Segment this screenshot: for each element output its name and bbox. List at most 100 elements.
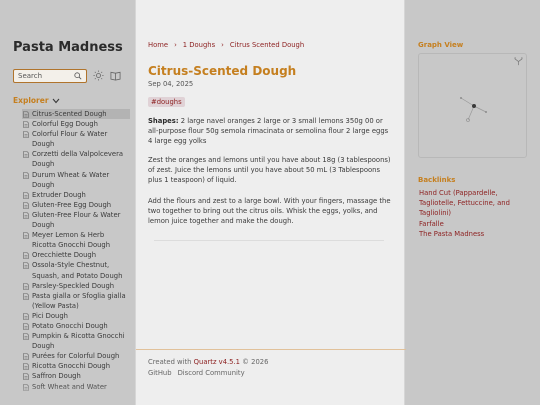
footer-created: Created with	[148, 358, 192, 366]
explorer-item[interactable]: Purées for Colorful Dough	[22, 351, 130, 361]
breadcrumb-separator: ›	[174, 41, 177, 49]
breadcrumb: Home › 1 Doughs › Citrus Scented Dough	[148, 41, 304, 49]
search-icon	[74, 72, 82, 80]
explorer-item[interactable]: Ricotta Gnocchi Dough	[22, 361, 130, 371]
breadcrumb-home[interactable]: Home	[148, 41, 168, 49]
explorer-item[interactable]: Parsley-Speckled Dough	[22, 281, 130, 291]
file-icon	[23, 202, 29, 209]
explorer-item[interactable]: Colorful Egg Dough	[22, 119, 130, 129]
file-icon	[23, 121, 29, 128]
github-link[interactable]: GitHub	[148, 368, 172, 379]
explorer-item-label: Colorful Egg Dough	[32, 120, 98, 129]
expand-graph-icon[interactable]	[514, 57, 523, 66]
backlinks-list: Hand Cut (Pappardelle, Tagliotelle, Fett…	[419, 188, 527, 239]
discord-link[interactable]: Discord Community	[178, 368, 245, 379]
graph-view-title: Graph View	[418, 41, 464, 49]
footer: Created with Quartz v4.5.1 © 2026 GitHub…	[148, 357, 268, 379]
backlink-item[interactable]: The Pasta Madness	[419, 229, 527, 239]
explorer-item-label: Ossola-Style Chestnut, Squash, and Potat…	[32, 261, 123, 280]
file-icon	[23, 232, 29, 239]
shapes-paragraph: Shapes: 2 large navel oranges 2 large or…	[148, 116, 394, 147]
file-icon	[23, 353, 29, 361]
explorer-item[interactable]: Corzetti della Valpolcevera Dough	[22, 149, 130, 169]
explorer-item[interactable]: Colorful Flour & Water Dough	[22, 129, 130, 149]
breadcrumb-current[interactable]: Citrus Scented Dough	[230, 41, 304, 49]
shapes-text: 2 large navel oranges 2 large or 3 small…	[148, 117, 389, 146]
file-icon	[23, 151, 29, 159]
explorer-item-label: Potato Gnocchi Dough	[32, 321, 108, 330]
main-content: Home › 1 Doughs › Citrus Scented Dough C…	[135, 0, 406, 405]
page-title: Citrus-Scented Dough	[148, 64, 297, 78]
explorer-toggle[interactable]: Explorer	[13, 96, 60, 105]
backlink-item[interactable]: Hand Cut (Pappardelle, Tagliotelle, Fett…	[419, 188, 527, 219]
explorer-item[interactable]: Meyer Lemon & Herb Ricotta Gnocchi Dough	[22, 230, 130, 250]
explorer-item[interactable]: Gluten-Free Flour & Water Dough	[22, 210, 130, 230]
file-icon	[23, 292, 29, 300]
body-paragraph-1: Zest the oranges and lemons until you ha…	[148, 156, 391, 185]
file-icon	[23, 323, 29, 330]
chevron-down-icon	[52, 98, 59, 103]
file-icon	[23, 252, 29, 260]
explorer-item-label: Gluten-Free Flour & Water Dough	[32, 210, 121, 230]
explorer-item[interactable]: Extruder Dough	[22, 190, 130, 200]
explorer-item-label: Saffron Dough	[32, 372, 81, 381]
explorer-item-label: Pasta gialla or Sfoglia gialla (Yellow P…	[32, 291, 126, 310]
body-paragraph-2: Add the flours and zest to a large bowl.…	[148, 197, 391, 226]
reader-mode-icon[interactable]	[110, 70, 121, 81]
explorer-item-label: Gluten-Free Egg Dough	[32, 200, 112, 209]
explorer-item[interactable]: Pasta gialla or Sfoglia gialla (Yellow P…	[22, 291, 130, 311]
page-date: Sep 04, 2025	[148, 80, 194, 88]
breadcrumb-doughs[interactable]: 1 Doughs	[183, 41, 215, 49]
explorer-item[interactable]: Saffron Dough	[22, 371, 130, 381]
quartz-link[interactable]: Quartz v4.5.1	[194, 358, 240, 366]
explorer-tree: Citrus-Scented Dough Colorful Egg Dough Co…	[22, 109, 130, 391]
sun-icon[interactable]	[93, 70, 104, 81]
file-icon	[23, 282, 29, 290]
content-divider	[154, 240, 384, 241]
graph-view[interactable]	[418, 53, 527, 158]
footer-divider	[136, 349, 406, 350]
file-icon	[23, 363, 29, 371]
shapes-label: Shapes:	[148, 117, 179, 125]
explorer-item[interactable]: Orecchiette Dough	[22, 250, 130, 260]
explorer-item-label: Colorful Flour & Water Dough	[32, 130, 108, 149]
explorer-item-label: Purées for Colorful Dough	[32, 352, 120, 361]
explorer-item-label: Parsley-Speckled Dough	[32, 281, 115, 290]
explorer-item[interactable]: Citrus-Scented Dough	[22, 109, 130, 120]
search-placeholder: Search	[18, 72, 43, 80]
explorer-label: Explorer	[13, 96, 49, 105]
explorer-item-label: Durum Wheat & Water Dough	[32, 170, 110, 189]
explorer-item[interactable]: Ossola-Style Chestnut, Squash, and Potat…	[22, 260, 130, 280]
tag-doughs[interactable]: #doughs	[148, 97, 185, 107]
file-icon	[23, 212, 29, 219]
file-icon	[23, 171, 29, 179]
graph-canvas[interactable]	[419, 54, 528, 159]
explorer-item[interactable]: Pici Dough	[22, 311, 130, 321]
explorer-item-label: Citrus-Scented Dough	[32, 110, 107, 118]
backlinks-title: Backlinks	[418, 176, 456, 184]
explorer-item[interactable]: Durum Wheat & Water Dough	[22, 170, 130, 190]
graph-node	[485, 111, 487, 113]
file-icon	[23, 131, 29, 138]
footer-copyright: © 2026	[242, 358, 269, 366]
file-icon	[23, 191, 29, 199]
explorer-item[interactable]: Gluten-Free Egg Dough	[22, 200, 130, 210]
search-input[interactable]: Search	[13, 69, 87, 83]
explorer-item-label: Orecchiette Dough	[32, 251, 97, 260]
backlink-item[interactable]: Farfalle	[419, 219, 527, 229]
site-title[interactable]: Pasta Madness	[13, 40, 123, 55]
explorer-item[interactable]: Pumpkin & Ricotta Gnocchi Dough	[22, 331, 130, 351]
explorer-fade	[0, 383, 135, 405]
graph-node-current	[472, 104, 476, 108]
left-sidebar: Pasta Madness Search Explorer Citrus-Sce…	[0, 0, 135, 405]
breadcrumb-separator: ›	[221, 41, 224, 49]
file-icon	[23, 262, 29, 270]
explorer-item[interactable]: Potato Gnocchi Dough	[22, 321, 130, 331]
explorer-item-label: Pumpkin & Ricotta Gnocchi Dough	[32, 332, 125, 351]
explorer-item-label: Meyer Lemon & Herb Ricotta Gnocchi Dough	[32, 231, 111, 250]
file-icon	[23, 333, 29, 340]
explorer-item-label: Extruder Dough	[32, 190, 86, 199]
explorer-item-label: Ricotta Gnocchi Dough	[32, 362, 111, 371]
explorer-item-label: Pici Dough	[32, 311, 68, 320]
file-icon	[23, 111, 29, 118]
